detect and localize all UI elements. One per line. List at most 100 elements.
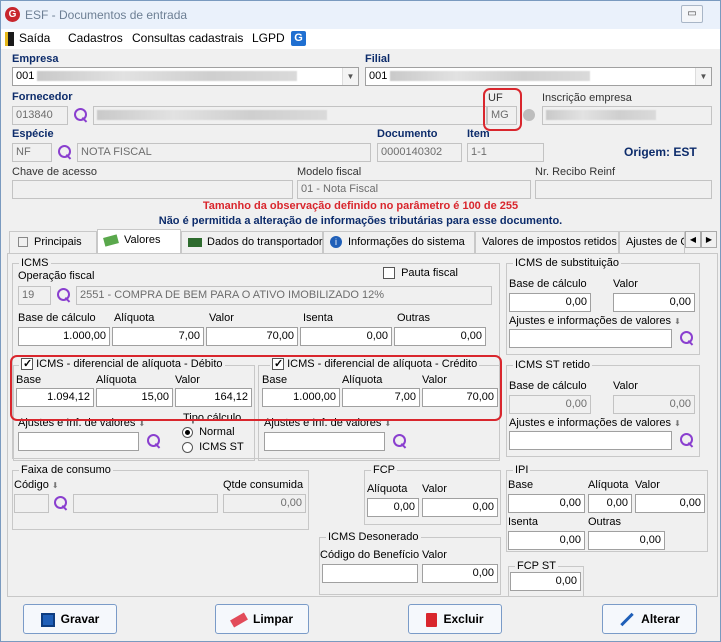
qtde-consumida-field[interactable]: 0,00 [223,494,306,513]
operacao-search-icon[interactable] [56,287,72,303]
fcp-valor-label: Valor [422,483,447,495]
item-field[interactable]: 1-1 [467,143,544,162]
icms-base-field[interactable]: 1.000,00 [18,327,110,346]
chevron-down-icon: ▼ [695,68,711,85]
faixa-search-icon[interactable] [53,495,69,511]
icms-valor-field[interactable]: 70,00 [206,327,298,346]
fcp-aliquota-field[interactable]: 0,00 [367,498,419,517]
operacao-code-field[interactable]: 19 [18,286,51,305]
pauta-fiscal-checkbox[interactable]: Pauta fiscal [383,267,458,280]
especie-code-field[interactable]: NF [12,143,52,162]
fcp-st-valor-field[interactable]: 0,00 [510,572,581,591]
icms-aliquota-field[interactable]: 7,00 [112,327,204,346]
faixa-desc-field[interactable] [73,494,218,513]
aliquota-label: Alíquota [114,312,155,324]
menu-saida[interactable]: Saída [19,31,50,45]
empresa-select[interactable]: 001 ▼ [12,67,359,86]
subst-base-label: Base de cálculo [509,278,587,290]
item-label: Item [467,128,490,140]
st-retido-ajustes-label: Ajustes e informações de valores ⬇ [509,417,681,429]
app-help-icon[interactable]: G [291,31,306,46]
outras-label: Outras [397,312,431,324]
documento-field[interactable]: 0000140302 [377,143,462,162]
subst-ajustes-field[interactable] [509,329,672,348]
filial-select[interactable]: 001 ▼ [365,67,712,86]
tab-scroll-left-icon[interactable]: ◀ [685,231,701,248]
recibo-field[interactable] [535,180,712,199]
difal-debito-ajustes-search-icon[interactable] [146,433,162,449]
menu-bar: Saída Cadastros Consultas cadastrais LGP… [1,29,720,49]
ipi-isenta-field[interactable]: 0,00 [508,531,585,550]
faixa-codigo-label: Código ⬇ [14,479,59,491]
subst-valor-label: Valor [613,278,638,290]
exit-door-icon[interactable] [5,32,14,46]
icms-outras-field[interactable]: 0,00 [394,327,486,346]
chave-field[interactable] [12,180,293,199]
fcp-valor-field[interactable]: 0,00 [422,498,498,517]
tab-principais[interactable]: Principais [9,231,97,253]
ipi-valor-field[interactable]: 0,00 [635,494,705,513]
modelo-field[interactable]: 01 - Nota Fiscal [297,180,531,199]
st-retido-ajustes-search-icon[interactable] [679,432,695,448]
difal-debito-ajustes-field[interactable] [18,432,139,451]
operacao-desc-field[interactable]: 2551 - COMPRA DE BEM PARA O ATIVO IMOBIL… [76,286,492,305]
gravar-button[interactable]: Gravar [23,604,117,634]
ipi-outras-label: Outras [588,516,622,528]
subst-valor-field[interactable]: 0,00 [613,293,695,312]
money-icon [103,233,119,247]
st-retido-ajustes-field[interactable] [509,431,672,450]
empresa-label: Empresa [12,53,59,65]
especie-search-icon[interactable] [57,144,73,160]
info-icon: i [330,236,342,249]
save-icon [40,612,55,627]
st-retido-valor-label: Valor [613,380,638,392]
fornecedor-name-field[interactable] [93,106,487,125]
alterar-button[interactable]: Alterar [602,604,697,634]
limpar-button[interactable]: Limpar [215,604,309,634]
excluir-button[interactable]: Excluir [408,604,502,634]
fornecedor-search-icon[interactable] [73,107,89,123]
icms-isenta-field[interactable]: 0,00 [300,327,392,346]
pencil-icon [620,613,634,627]
st-retido-base-field[interactable]: 0,00 [509,395,591,414]
fornecedor-code-field[interactable]: 013840 [12,106,68,125]
fcp-aliquota-label: Alíquota [367,483,408,495]
subst-ajustes-search-icon[interactable] [679,330,695,346]
tab-impostos-retidos[interactable]: Valores de impostos retidos [475,231,619,253]
faixa-codigo-field[interactable] [14,494,49,513]
menu-cadastros[interactable]: Cadastros [68,31,123,45]
radio-normal[interactable]: Normal [182,426,235,438]
tab-dados-transportador[interactable]: Dados do transportador [181,231,323,253]
ipi-outras-field[interactable]: 0,00 [588,531,665,550]
document-icon [18,237,28,248]
st-retido-valor-field[interactable]: 0,00 [613,395,695,414]
difal-credito-ajustes-search-icon[interactable] [392,433,408,449]
radio-icms-st[interactable]: ICMS ST [182,441,244,453]
title-bar: G ESF - Documentos de entrada ▭ [1,1,720,29]
app-logo-icon: G [5,7,20,22]
minimize-icon[interactable]: ▭ [681,5,703,23]
ipi-isenta-label: Isenta [508,516,538,528]
base-calculo-label: Base de cálculo [18,312,96,324]
tab-scroll-right-icon[interactable]: ▶ [701,231,717,248]
trash-icon [426,612,438,627]
ipi-aliquota-field[interactable]: 0,00 [588,494,632,513]
subst-ajustes-label: Ajustes e informações de valores ⬇ [509,315,681,327]
chevron-down-icon: ▼ [342,68,358,85]
especie-desc-field[interactable]: NOTA FISCAL [77,143,371,162]
inscricao-field[interactable] [542,106,712,125]
tab-ajustes[interactable]: Ajustes de C [619,231,685,253]
difal-credito-ajustes-field[interactable] [264,432,385,451]
difal-highlight-box [10,355,502,421]
truck-icon [188,237,202,247]
globe-icon [523,109,535,121]
codigo-beneficio-field[interactable] [322,564,418,583]
tab-valores[interactable]: Valores [97,229,181,254]
menu-lgpd[interactable]: LGPD [252,31,285,45]
ipi-base-field[interactable]: 0,00 [508,494,585,513]
subst-base-field[interactable]: 0,00 [509,293,591,312]
menu-consultas-cadastrais[interactable]: Consultas cadastrais [132,31,243,45]
codigo-beneficio-label: Código do Benefício [320,549,420,561]
desonerado-valor-field[interactable]: 0,00 [422,564,498,583]
tab-informacoes-sistema[interactable]: i Informações do sistema [323,231,475,253]
